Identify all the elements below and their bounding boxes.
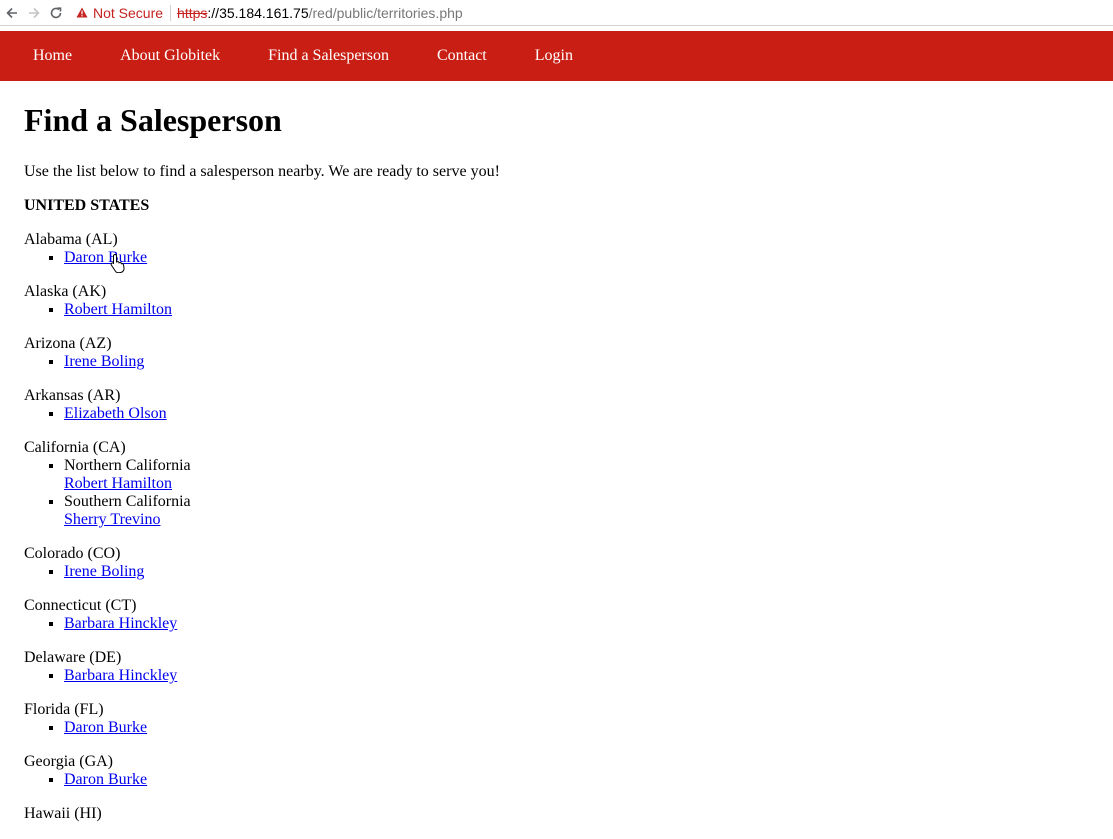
salesperson-list: Irene Boling [24, 563, 1113, 581]
state-entry: Arkansas (AR)Elizabeth Olson [24, 387, 1113, 423]
salesperson-link[interactable]: Barbara Hinckley [64, 667, 177, 684]
salesperson-list: Irene Boling [24, 353, 1113, 371]
salesperson-list: Daron Burke [24, 249, 1113, 267]
reload-button[interactable] [46, 3, 66, 23]
state-entry: Georgia (GA)Daron Burke [24, 753, 1113, 789]
list-item: Barbara Hinckley [64, 615, 1113, 633]
salesperson-list: Northern CaliforniaRobert HamiltonSouthe… [24, 457, 1113, 529]
list-item: Barbara Hinckley [64, 667, 1113, 685]
state-entry: California (CA)Northern CaliforniaRobert… [24, 439, 1113, 529]
salesperson-list: Barbara Hinckley [24, 667, 1113, 685]
page-title: Find a Salesperson [24, 102, 282, 138]
salesperson-list: Daron Burke [24, 771, 1113, 789]
reload-icon [50, 6, 62, 18]
salesperson-link[interactable]: Daron Burke [64, 719, 147, 736]
url-field[interactable]: https://35.184.161.75/red/public/territo… [177, 5, 463, 21]
state-name: Alaska (AK) [24, 283, 107, 300]
region-name: Northern California [64, 457, 191, 474]
url-host: ://35.184.161.75 [207, 4, 309, 21]
forward-button[interactable] [24, 3, 44, 23]
salesperson-link[interactable]: Robert Hamilton [64, 301, 172, 318]
salesperson-list: Robert Hamilton [24, 301, 1113, 319]
warning-icon [76, 7, 88, 18]
list-item: Northern CaliforniaRobert Hamilton [64, 457, 1113, 493]
url-path: /red/public/territories.php [308, 4, 463, 21]
salesperson-list: Barbara Hinckley [24, 615, 1113, 633]
salesperson-link[interactable]: Sherry Trevino [64, 511, 160, 528]
salesperson-link[interactable]: Barbara Hinckley [64, 615, 177, 632]
region-name: Southern California [64, 493, 191, 510]
security-indicator[interactable]: Not Secure [76, 5, 163, 21]
url-scheme: https [177, 4, 208, 21]
main-content: Find a Salesperson Use the list below to… [24, 81, 1113, 839]
list-item: Irene Boling [64, 353, 1113, 371]
state-entry: Connecticut (CT)Barbara Hinckley [24, 597, 1113, 633]
state-name: California (CA) [24, 439, 126, 456]
territory-list: Alabama (AL)Daron BurkeAlaska (AK)Robert… [24, 231, 1113, 823]
browser-address-bar: Not Secure https://35.184.161.75/red/pub… [0, 0, 1113, 26]
state-name: Delaware (DE) [24, 649, 122, 666]
list-item: Daron Burke [64, 719, 1113, 737]
list-item: Daron Burke [64, 249, 1113, 267]
security-label: Not Secure [93, 4, 164, 21]
forward-arrow-icon [29, 7, 40, 18]
salesperson-link[interactable]: Irene Boling [64, 563, 144, 580]
state-name: Georgia (GA) [24, 753, 114, 770]
salesperson-list: Elizabeth Olson [24, 405, 1113, 423]
state-name: Hawaii (HI) [24, 805, 102, 822]
state-name: Connecticut (CT) [24, 597, 137, 614]
salesperson-list: Daron Burke [24, 719, 1113, 737]
state-entry: Florida (FL)Daron Burke [24, 701, 1113, 737]
state-entry: Alabama (AL)Daron Burke [24, 231, 1113, 267]
state-name: Arizona (AZ) [24, 335, 112, 352]
list-item: Robert Hamilton [64, 301, 1113, 319]
state-name: Alabama (AL) [24, 231, 118, 248]
state-entry: Delaware (DE)Barbara Hinckley [24, 649, 1113, 685]
state-name: Arkansas (AR) [24, 387, 121, 404]
list-item: Southern CaliforniaSherry Trevino [64, 493, 1113, 529]
nav-contact-link[interactable]: Contact [437, 47, 487, 65]
main-navigation: Home About Globitek Find a Salesperson C… [0, 31, 1113, 81]
salesperson-link[interactable]: Elizabeth Olson [64, 405, 167, 422]
salesperson-link[interactable]: Daron Burke [64, 249, 147, 266]
list-item: Irene Boling [64, 563, 1113, 581]
state-entry: Arizona (AZ)Irene Boling [24, 335, 1113, 371]
nav-about-link[interactable]: About Globitek [120, 47, 220, 65]
nav-home-link[interactable]: Home [33, 47, 72, 65]
list-item: Daron Burke [64, 771, 1113, 789]
state-name: Colorado (CO) [24, 545, 121, 562]
intro-text: Use the list below to find a salesperson… [24, 163, 500, 180]
salesperson-link[interactable]: Irene Boling [64, 353, 144, 370]
state-entry: Hawaii (HI) [24, 805, 1113, 823]
country-heading: UNITED STATES [24, 197, 150, 214]
address-divider [170, 4, 172, 21]
back-button[interactable] [2, 3, 22, 23]
salesperson-link[interactable]: Robert Hamilton [64, 475, 172, 492]
back-arrow-icon [6, 7, 17, 18]
salesperson-link[interactable]: Daron Burke [64, 771, 147, 788]
list-item: Elizabeth Olson [64, 405, 1113, 423]
state-entry: Colorado (CO)Irene Boling [24, 545, 1113, 581]
nav-login-link[interactable]: Login [535, 47, 573, 65]
state-entry: Alaska (AK)Robert Hamilton [24, 283, 1113, 319]
nav-find-salesperson-link[interactable]: Find a Salesperson [268, 47, 389, 65]
state-name: Florida (FL) [24, 701, 104, 718]
